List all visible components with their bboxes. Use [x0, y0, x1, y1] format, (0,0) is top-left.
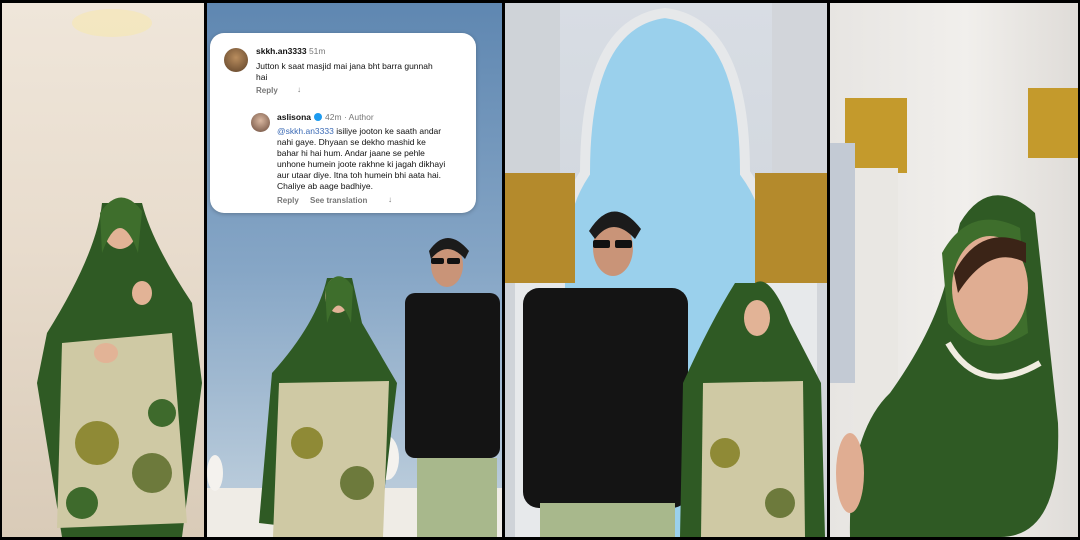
reply-text: @skkh.an3333 isiliye jooton ke saath and… [277, 126, 473, 192]
comment-text: Jutton k saat masjid mai jana bht barra … [256, 61, 433, 83]
reply-button[interactable]: Reply [256, 86, 278, 95]
comment-card: skkh.an3333 51m Jutton k saat masjid mai… [210, 33, 476, 213]
author-label: Author [348, 112, 374, 122]
photo-panel-1 [2, 3, 204, 537]
reply-line-2: nahi gaye. Dhyaan se dekho mashid ke [277, 137, 426, 147]
chevron-down-icon[interactable]: ↓ [297, 85, 301, 94]
reply-header: aslisona 42m · Author [277, 112, 374, 122]
photo-panel-4 [830, 3, 1078, 537]
verified-badge-icon [314, 113, 323, 121]
woman-figure-illustration [37, 9, 202, 537]
author-avatar[interactable] [251, 113, 270, 132]
reply-line-3: bahar hi hai hum. Andar jaane se pehle [277, 148, 425, 158]
reply-line-1: isiliye jooton ke saath andar [333, 126, 442, 136]
see-translation-link[interactable]: See translation [310, 196, 367, 205]
photo-panel-2: skkh.an3333 51m Jutton k saat masjid mai… [207, 3, 502, 537]
commenter-avatar[interactable] [224, 48, 248, 72]
reply-line-5: aur utaar diye. Itna toh humein bhi aata… [277, 170, 441, 180]
comment-time: 51m [308, 46, 326, 56]
comment-text-line-1: Jutton k saat masjid mai jana bht barra … [256, 61, 433, 71]
reply-time: 42m [325, 112, 342, 122]
reply-line-4: unhone humein joote rakhne ki jagah dikh… [277, 159, 446, 169]
photo-panel-3 [505, 3, 827, 537]
closeup-woman-illustration [830, 88, 1078, 537]
author-username[interactable]: aslisona [277, 112, 311, 122]
comment-text-line-2: hai [256, 72, 268, 82]
mention-link[interactable]: @skkh.an3333 [277, 126, 334, 136]
reply-button-author[interactable]: Reply [277, 196, 299, 205]
reply-line-6: Chaliye ab aage badhiye. [277, 181, 373, 191]
arch-couple-illustration [505, 3, 827, 537]
commenter-username[interactable]: skkh.an3333 [256, 46, 307, 56]
comment-header: skkh.an3333 51m [256, 46, 326, 56]
chevron-down-icon[interactable]: ↓ [388, 195, 392, 204]
